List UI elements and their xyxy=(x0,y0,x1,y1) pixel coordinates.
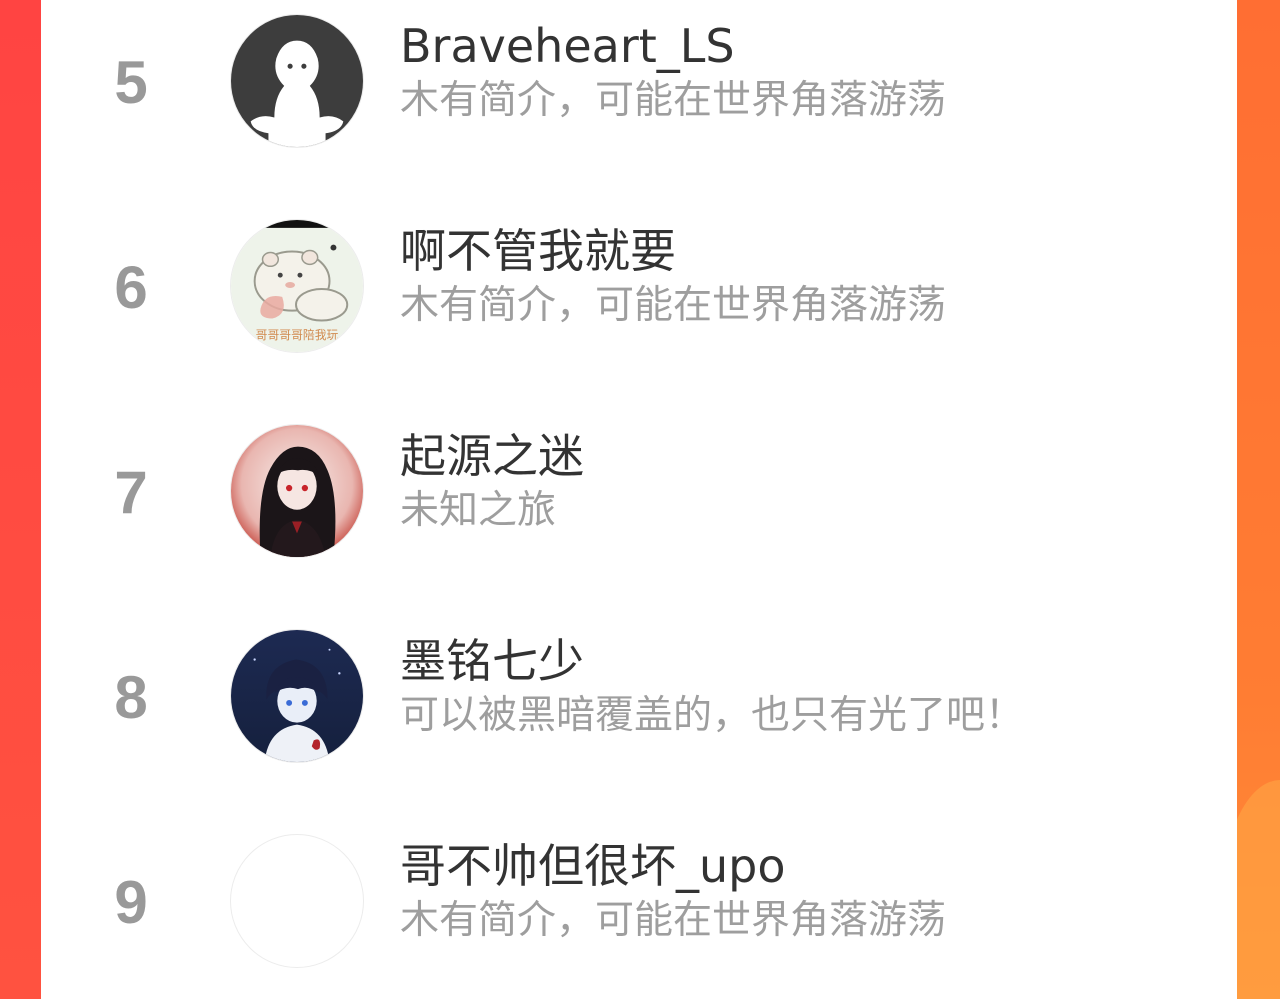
ranking-list: 5 Braveheart_LS 木有简介，可能在世界角落游荡 6 哥哥哥哥陪我玩… xyxy=(41,0,1237,999)
rank-number: 5 xyxy=(114,49,148,116)
user-bio: 未知之旅 xyxy=(400,488,557,533)
avatar-caption: 哥哥哥哥陪我玩 xyxy=(256,328,339,342)
rank-number: 8 xyxy=(114,664,148,731)
user-bio: 木有简介，可能在世界角落游荡 xyxy=(400,283,947,328)
ranking-row[interactable]: 7 起源之迷 未知之旅 xyxy=(41,410,1237,615)
rank-number: 9 xyxy=(114,869,148,936)
ranking-row[interactable]: 9 哥不帅但很坏_upo 木有简介，可能在世界角落游荡 xyxy=(41,820,1237,999)
ranking-row[interactable]: 5 Braveheart_LS 木有简介，可能在世界角落游荡 xyxy=(41,0,1237,205)
ranking-row[interactable]: 8 墨铭七少 可以被黑暗覆盖的，也只有光了吧！ xyxy=(41,615,1237,820)
rank-number: 6 xyxy=(114,254,148,321)
ranking-row[interactable]: 6 哥哥哥哥陪我玩 啊不管我就要 木有简介，可能在世界角落游荡 xyxy=(41,205,1237,410)
user-bio: 可以被黑暗覆盖的，也只有光了吧！ xyxy=(400,693,1025,738)
blank-avatar-icon[interactable] xyxy=(230,834,364,968)
user-name[interactable]: Braveheart_LS xyxy=(400,18,735,74)
user-name[interactable]: 哥不帅但很坏_upo xyxy=(400,838,786,894)
ghost-avatar-icon[interactable] xyxy=(230,14,364,148)
anime-girl-avatar-icon[interactable] xyxy=(230,424,364,558)
hamster-avatar-icon[interactable]: 哥哥哥哥陪我玩 xyxy=(230,219,364,353)
anime-boy-avatar-icon[interactable] xyxy=(230,629,364,763)
rank-number: 7 xyxy=(114,459,148,526)
user-name[interactable]: 起源之迷 xyxy=(400,428,584,484)
background-left-edge xyxy=(0,0,41,999)
user-name[interactable]: 啊不管我就要 xyxy=(400,223,676,279)
user-bio: 木有简介，可能在世界角落游荡 xyxy=(400,78,947,123)
user-name[interactable]: 墨铭七少 xyxy=(400,633,584,689)
background-right-edge xyxy=(1237,0,1280,999)
user-bio: 木有简介，可能在世界角落游荡 xyxy=(400,898,947,943)
